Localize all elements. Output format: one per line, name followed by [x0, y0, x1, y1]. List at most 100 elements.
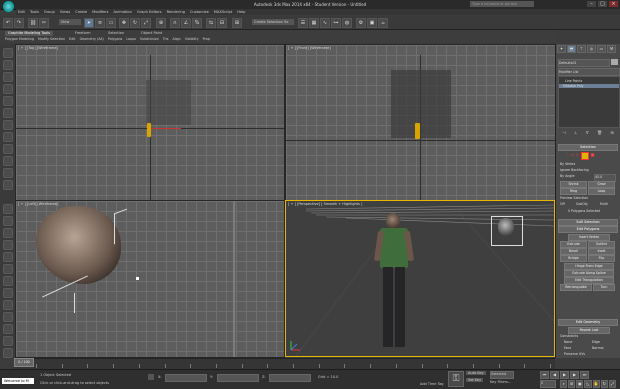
rendered-frame-icon[interactable]: ▣	[367, 18, 377, 28]
strip-tool-icon[interactable]	[3, 180, 13, 190]
tab-object-paint[interactable]: Object Paint	[141, 31, 162, 36]
unlink-icon[interactable]: ✂	[39, 18, 49, 28]
help-search-input[interactable]: Type a keyword or phrase	[470, 1, 534, 7]
maxscript-listener-input[interactable]: Welcome to M	[2, 378, 34, 384]
pin-stack-icon[interactable]: ⊣	[562, 130, 565, 135]
by-vertex-checkbox[interactable]: By Vertex	[560, 162, 575, 166]
utilities-tab-icon[interactable]: ⚒	[607, 45, 616, 53]
strip-tool-icon[interactable]	[3, 72, 13, 82]
strip-tool-icon[interactable]	[3, 120, 13, 130]
ribbon-subdivision[interactable]: Subdivision	[140, 37, 159, 41]
menu-tools[interactable]: Tools	[30, 10, 39, 14]
constraint-none-radio[interactable]: None	[564, 340, 572, 344]
preserve-uvs-checkbox[interactable]: Preserve UVs	[564, 352, 585, 356]
auto-key-button[interactable]: Auto Key	[466, 371, 486, 375]
select-object-icon[interactable]: ➤	[84, 18, 94, 28]
percent-snap-icon[interactable]: %	[192, 18, 202, 28]
maximize-icon[interactable]: □	[598, 1, 607, 7]
shrink-button[interactable]: Shrink	[560, 181, 587, 188]
ring-button[interactable]: Ring	[560, 188, 587, 195]
curve-editor-icon[interactable]: ∿	[320, 18, 330, 28]
render-setup-icon[interactable]: ⚙	[356, 18, 366, 28]
edit-geometry-rollout-header[interactable]: Edit Geometry	[558, 319, 618, 326]
app-logo-icon[interactable]	[3, 1, 14, 12]
constraint-edge-radio[interactable]: Edge	[592, 340, 600, 344]
play-icon[interactable]: ▶	[560, 371, 569, 379]
field-of-view-icon[interactable]: ◺	[584, 380, 592, 388]
select-by-name-icon[interactable]: ≡	[95, 18, 105, 28]
strip-tool-icon[interactable]	[3, 204, 13, 214]
ribbon-geometry-all[interactable]: Geometry (All)	[80, 37, 104, 41]
character-left-leg[interactable]	[383, 267, 393, 347]
menu-rendering[interactable]: Rendering	[167, 10, 185, 14]
strip-tool-icon[interactable]	[3, 168, 13, 178]
zoom-all-icon[interactable]: ⊞	[568, 380, 576, 388]
create-tab-icon[interactable]: ✦	[557, 45, 566, 53]
ribbon-polygons[interactable]: Polygons	[108, 37, 123, 41]
go-to-end-icon[interactable]: ⏭	[580, 371, 589, 379]
strip-tool-icon[interactable]	[3, 60, 13, 70]
strip-tool-icon[interactable]	[3, 156, 13, 166]
mirror-icon[interactable]: ⇆	[206, 18, 216, 28]
layer-manager-icon[interactable]: ☰	[298, 18, 308, 28]
loop-button[interactable]: Loop	[588, 188, 615, 195]
viewport-perspective[interactable]: [ + ] [Perspective] [ Smooth + Highlight…	[285, 200, 555, 357]
extrude-button[interactable]: Extrude	[560, 241, 587, 248]
ribbon-tris[interactable]: Tris	[163, 37, 169, 41]
object-name-field[interactable]: Defaultx01	[558, 59, 610, 67]
menu-help[interactable]: Help	[237, 10, 245, 14]
preview-subobj-radio[interactable]: SubObj	[576, 202, 588, 206]
character-head[interactable]	[386, 213, 400, 229]
preview-multi-radio[interactable]: Multi	[600, 202, 608, 206]
ribbon-visibility[interactable]: Visibility	[185, 37, 199, 41]
viewport-top[interactable]: [ + ] [Top] [Wireframe]	[15, 44, 285, 201]
menu-maxscript[interactable]: MAXScript	[214, 10, 232, 14]
strip-tool-icon[interactable]	[3, 300, 13, 310]
character-head-reference[interactable]	[498, 218, 514, 236]
strip-tool-icon[interactable]	[3, 312, 13, 322]
tab-graphite-modeling-tools[interactable]: Graphite Modeling Tools	[5, 31, 54, 36]
turn-button[interactable]: Turn	[593, 284, 615, 291]
z-coordinate-field[interactable]	[269, 374, 311, 382]
retriangulate-button[interactable]: Retriangulate	[560, 284, 592, 291]
key-filters-button[interactable]: Key Filters...	[490, 380, 511, 384]
modify-tab-icon[interactable]: ◓	[567, 45, 576, 53]
viewport-left[interactable]: [ + ] [Left] [Wireframe]	[15, 200, 285, 358]
strip-tool-icon[interactable]	[3, 348, 13, 358]
flip-button[interactable]: Flip	[588, 255, 615, 262]
remove-modifier-icon[interactable]: 🗑	[597, 130, 602, 135]
current-frame-field[interactable]: 0	[540, 380, 556, 388]
menu-edit[interactable]: Edit	[18, 10, 25, 14]
menu-customize[interactable]: Customize	[190, 10, 209, 14]
menu-modifiers[interactable]: Modifiers	[92, 10, 108, 14]
close-icon[interactable]: ×	[609, 1, 618, 7]
strip-tool-icon[interactable]	[3, 324, 13, 334]
bevel-button[interactable]: Bevel	[560, 248, 587, 255]
insert-vertex-button[interactable]: Insert Vertex	[568, 234, 610, 241]
time-slider[interactable]: 0 / 100	[14, 358, 34, 367]
ribbon-loops[interactable]: Loops	[126, 37, 136, 41]
strip-tool-icon[interactable]	[3, 336, 13, 346]
orbit-icon[interactable]: ↻	[600, 380, 608, 388]
strip-tool-icon[interactable]	[3, 276, 13, 286]
selected-dropdown[interactable]: Selected	[490, 371, 514, 379]
tab-freeform[interactable]: Freeform	[75, 31, 91, 36]
vertex-icon[interactable]: ∴	[566, 152, 569, 159]
maximize-viewport-icon[interactable]: ⤢	[608, 380, 616, 388]
strip-tool-icon[interactable]	[3, 48, 13, 58]
zoom-extents-icon[interactable]: ▣	[576, 380, 584, 388]
constraint-face-radio[interactable]: Face	[564, 346, 571, 350]
strip-tool-icon[interactable]	[3, 264, 13, 274]
pan-icon[interactable]: ✋	[592, 380, 600, 388]
stack-item-editable-poly[interactable]: Editable Poly	[559, 84, 619, 88]
graphite-toggle-icon[interactable]: ▦	[309, 18, 319, 28]
next-frame-icon[interactable]: ▶	[570, 371, 579, 379]
make-unique-icon[interactable]: ∀	[586, 130, 589, 135]
select-link-icon[interactable]: ⛓	[28, 18, 38, 28]
menu-views[interactable]: Views	[60, 10, 70, 14]
zoom-icon[interactable]: ⌕	[560, 380, 568, 388]
ribbon-edit[interactable]: Edit	[69, 37, 75, 41]
display-tab-icon[interactable]: ▭	[597, 45, 606, 53]
minimize-icon[interactable]: –	[587, 1, 596, 7]
viewport-front-label[interactable]: [ + ] [Front] [Wireframe]	[288, 46, 331, 50]
